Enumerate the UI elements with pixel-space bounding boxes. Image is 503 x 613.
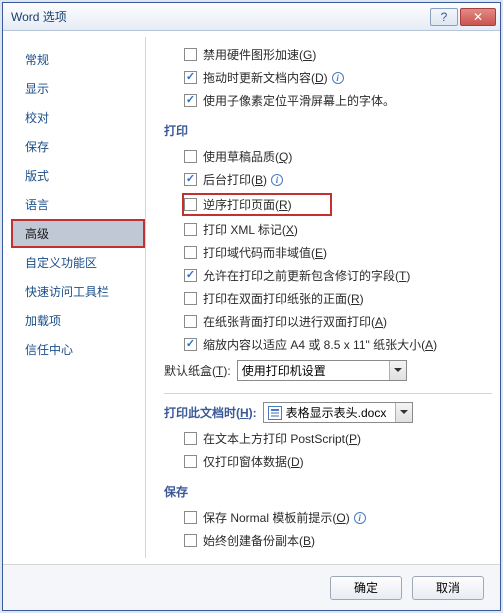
checkbox-icon: [184, 534, 197, 547]
dialog-title: Word 选项: [7, 8, 428, 25]
checkbox-icon: [184, 94, 197, 107]
option-label: 允许在打印之前更新包含修订的字段(T): [203, 267, 410, 284]
select-value: 表格显示表头.docx: [286, 404, 387, 421]
titlebar-buttons: ? ✕: [428, 8, 496, 26]
option-background-print[interactable]: 后台打印(B) i: [184, 168, 492, 191]
help-icon: ?: [441, 10, 448, 24]
checkbox-icon: [184, 269, 197, 282]
chevron-down-icon: [395, 403, 412, 422]
sidebar: 常规 显示 校对 保存 版式 语言 高级 自定义功能区 快速访问工具栏 加载项 …: [11, 37, 146, 558]
section-header-print: 打印: [164, 112, 492, 145]
option-duplex-back[interactable]: 在纸张背面打印以进行双面打印(A): [184, 310, 492, 333]
sidebar-item-customize-ribbon[interactable]: 自定义功能区: [11, 248, 145, 277]
sidebar-item-advanced[interactable]: 高级: [11, 219, 145, 248]
option-scale-a4[interactable]: 缩放内容以适应 A4 或 8.5 x 11" 纸张大小(A): [184, 333, 492, 356]
option-subpixel[interactable]: 使用子像素定位平滑屏幕上的字体。: [184, 89, 492, 112]
checkbox-icon: [184, 150, 197, 163]
dialog-footer: 确定 取消: [3, 564, 500, 610]
checkbox-icon: [184, 48, 197, 61]
sidebar-item-display[interactable]: 显示: [11, 74, 145, 103]
option-print-xml[interactable]: 打印 XML 标记(X): [184, 218, 492, 241]
option-label: 保存 Normal 模板前提示(O): [203, 509, 350, 526]
close-icon: ✕: [473, 10, 483, 24]
option-label: 后台打印(B): [203, 171, 267, 188]
sidebar-item-trust-center[interactable]: 信任中心: [11, 335, 145, 364]
document-icon: [268, 406, 282, 420]
word-options-dialog: Word 选项 ? ✕ 常规 显示 校对 保存 版式 语言 高级 自定义功能区 …: [2, 2, 501, 611]
checkbox-icon: [184, 338, 197, 351]
sidebar-item-language[interactable]: 语言: [11, 190, 145, 219]
option-field-codes[interactable]: 打印域代码而非域值(E): [184, 241, 492, 264]
option-label: 禁用硬件图形加速(G): [203, 46, 316, 63]
checkbox-icon: [184, 198, 197, 211]
option-label: 打印在双面打印纸张的正面(R): [203, 290, 364, 307]
default-tray-row: 默认纸盒(T): 使用打印机设置: [164, 356, 492, 385]
info-icon[interactable]: i: [332, 72, 344, 84]
checkbox-icon: [184, 511, 197, 524]
option-always-backup[interactable]: 始终创建备份副本(B): [184, 529, 492, 552]
checkbox-icon: [184, 455, 197, 468]
close-button[interactable]: ✕: [460, 8, 496, 26]
info-icon[interactable]: i: [354, 512, 366, 524]
option-label: 使用草稿品质(Q): [203, 148, 292, 165]
info-icon[interactable]: i: [271, 174, 283, 186]
option-label: 打印 XML 标记(X): [203, 221, 298, 238]
checkbox-icon: [184, 315, 197, 328]
sidebar-item-general[interactable]: 常规: [11, 45, 145, 74]
cancel-button[interactable]: 取消: [412, 576, 484, 600]
option-label: 仅打印窗体数据(D): [203, 453, 304, 470]
print-this-doc-label: 打印此文档时(H):: [164, 404, 257, 421]
option-postscript-over-text[interactable]: 在文本上方打印 PostScript(P): [184, 427, 492, 450]
option-prompt-normal[interactable]: 保存 Normal 模板前提示(O) i: [184, 506, 492, 529]
option-label: 在文本上方打印 PostScript(P): [203, 430, 361, 447]
content-pane: 禁用硬件图形加速(G) 拖动时更新文档内容(D) i 使用子像素定位平滑屏幕上的…: [146, 37, 492, 558]
option-update-tracked[interactable]: 允许在打印之前更新包含修订的字段(T): [184, 264, 492, 287]
sidebar-item-addins[interactable]: 加载项: [11, 306, 145, 335]
option-reverse-order[interactable]: 逆序打印页面(R): [182, 193, 332, 216]
checkbox-icon: [184, 292, 197, 305]
option-label: 拖动时更新文档内容(D): [203, 69, 328, 86]
sidebar-item-layout[interactable]: 版式: [11, 161, 145, 190]
sidebar-item-proofing[interactable]: 校对: [11, 103, 145, 132]
print-this-doc-select[interactable]: 表格显示表头.docx: [263, 402, 413, 423]
option-label: 始终创建备份副本(B): [203, 532, 315, 549]
option-label: 打印域代码而非域值(E): [203, 244, 327, 261]
help-button[interactable]: ?: [430, 8, 458, 26]
select-value: 使用打印机设置: [242, 362, 326, 379]
divider: [164, 393, 492, 394]
sidebar-item-save[interactable]: 保存: [11, 132, 145, 161]
option-label: 逆序打印页面(R): [203, 196, 292, 213]
checkbox-icon: [184, 246, 197, 259]
option-hw-accel[interactable]: 禁用硬件图形加速(G): [184, 43, 492, 66]
option-drag-update[interactable]: 拖动时更新文档内容(D) i: [184, 66, 492, 89]
checkbox-icon: [184, 223, 197, 236]
print-this-doc-row: 打印此文档时(H): 表格显示表头.docx: [164, 398, 492, 427]
chevron-down-icon: [389, 361, 406, 380]
option-label: 缩放内容以适应 A4 或 8.5 x 11" 纸张大小(A): [203, 336, 437, 353]
checkbox-icon: [184, 71, 197, 84]
dialog-body: 常规 显示 校对 保存 版式 语言 高级 自定义功能区 快速访问工具栏 加载项 …: [3, 31, 500, 564]
option-duplex-front[interactable]: 打印在双面打印纸张的正面(R): [184, 287, 492, 310]
option-form-data-only[interactable]: 仅打印窗体数据(D): [184, 450, 492, 473]
option-label: 在纸张背面打印以进行双面打印(A): [203, 313, 387, 330]
checkbox-icon: [184, 173, 197, 186]
content-scroll[interactable]: 禁用硬件图形加速(G) 拖动时更新文档内容(D) i 使用子像素定位平滑屏幕上的…: [146, 37, 492, 558]
default-tray-select[interactable]: 使用打印机设置: [237, 360, 407, 381]
default-tray-label: 默认纸盒(T):: [164, 362, 231, 379]
option-label: 使用子像素定位平滑屏幕上的字体。: [203, 92, 395, 109]
titlebar: Word 选项 ? ✕: [3, 3, 500, 31]
section-header-save: 保存: [164, 473, 492, 506]
ok-button[interactable]: 确定: [330, 576, 402, 600]
option-draft-quality[interactable]: 使用草稿品质(Q): [184, 145, 492, 168]
sidebar-item-quick-access[interactable]: 快速访问工具栏: [11, 277, 145, 306]
checkbox-icon: [184, 432, 197, 445]
